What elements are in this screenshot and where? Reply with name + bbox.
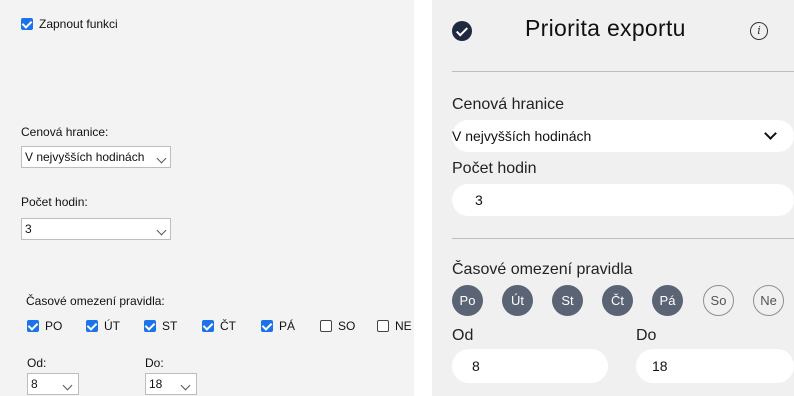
day-checkbox-po[interactable] [27,320,39,332]
hours-count-select[interactable]: 3 [21,218,171,240]
day-label-pa: PÁ [279,319,296,333]
to-label: Do [636,327,657,344]
header-divider [452,71,794,72]
enable-checkbox[interactable] [21,18,33,30]
day-checkbox-pa[interactable] [261,320,273,332]
chevron-down-icon [180,380,191,391]
chevron-down-icon [62,380,73,391]
day-label-so: SO [338,319,356,333]
price-threshold-select[interactable]: V nejvyšších hodinách [21,146,171,168]
enable-label: Zapnout funkci [39,17,118,31]
hours-count-label: Počet hodin [452,160,537,177]
from-value: 8 [31,377,38,391]
chevron-down-icon [156,225,167,236]
day-toggle-so[interactable]: So [703,285,734,316]
day-toggle-ut[interactable]: Út [502,285,533,316]
day-toggle-ne[interactable]: Ne [753,285,784,316]
check-circle-icon[interactable] [452,21,472,41]
day-label-ut: ÚT [104,319,120,333]
price-threshold-dropdown[interactable]: V nejvyšších hodinách [452,120,794,152]
to-input[interactable]: 18 [636,349,794,383]
info-icon[interactable]: i [750,22,768,40]
day-checkbox-ut[interactable] [86,320,98,332]
day-toggle-st[interactable]: St [552,285,583,316]
day-toggle-ct[interactable]: Čt [602,285,633,316]
day-label-ne: NE [395,319,412,333]
hours-count-input[interactable]: 3 [452,184,794,216]
day-toggle-po[interactable]: Po [452,285,483,316]
hours-count-value: 3 [25,222,32,236]
price-threshold-label: Cenová hranice: [21,125,109,139]
hours-count-value: 3 [475,192,483,208]
page-title: Priorita exportu [525,15,686,41]
to-value: 18 [149,377,163,391]
chevron-down-icon [156,153,167,164]
from-select[interactable]: 8 [27,373,79,395]
to-select[interactable]: 18 [145,373,197,395]
section-divider [452,238,794,239]
from-value: 8 [472,358,480,374]
day-label-ct: ČT [220,319,236,333]
chevron-down-icon [764,127,777,140]
day-checkbox-st[interactable] [144,320,156,332]
hours-count-label: Počet hodin: [21,195,88,209]
price-threshold-value: V nejvyšších hodinách [452,128,592,144]
panel-divider [414,0,432,396]
web-settings-panel: Priorita exportu i Cenová hranice V nejv… [432,0,794,396]
day-checkbox-so[interactable] [320,320,332,332]
time-limit-label: Časové omezení pravidla: [26,294,165,308]
day-checkbox-ne[interactable] [377,320,389,332]
day-checkbox-ct[interactable] [202,320,214,332]
day-toggle-pa[interactable]: Pá [652,285,683,316]
to-value: 18 [652,358,668,374]
from-label: Od [452,327,474,344]
price-threshold-label: Cenová hranice [452,96,565,113]
desktop-settings-panel: Zapnout funkci Cenová hranice: V nejvyšš… [0,0,430,396]
day-label-st: ST [162,319,178,333]
from-label: Od: [27,356,47,370]
to-label: Do: [145,356,164,370]
time-limit-label: Časové omezení pravidla [452,261,633,278]
day-label-po: PO [45,319,63,333]
from-input[interactable]: 8 [452,349,608,383]
price-threshold-value: V nejvyšších hodinách [25,150,145,164]
